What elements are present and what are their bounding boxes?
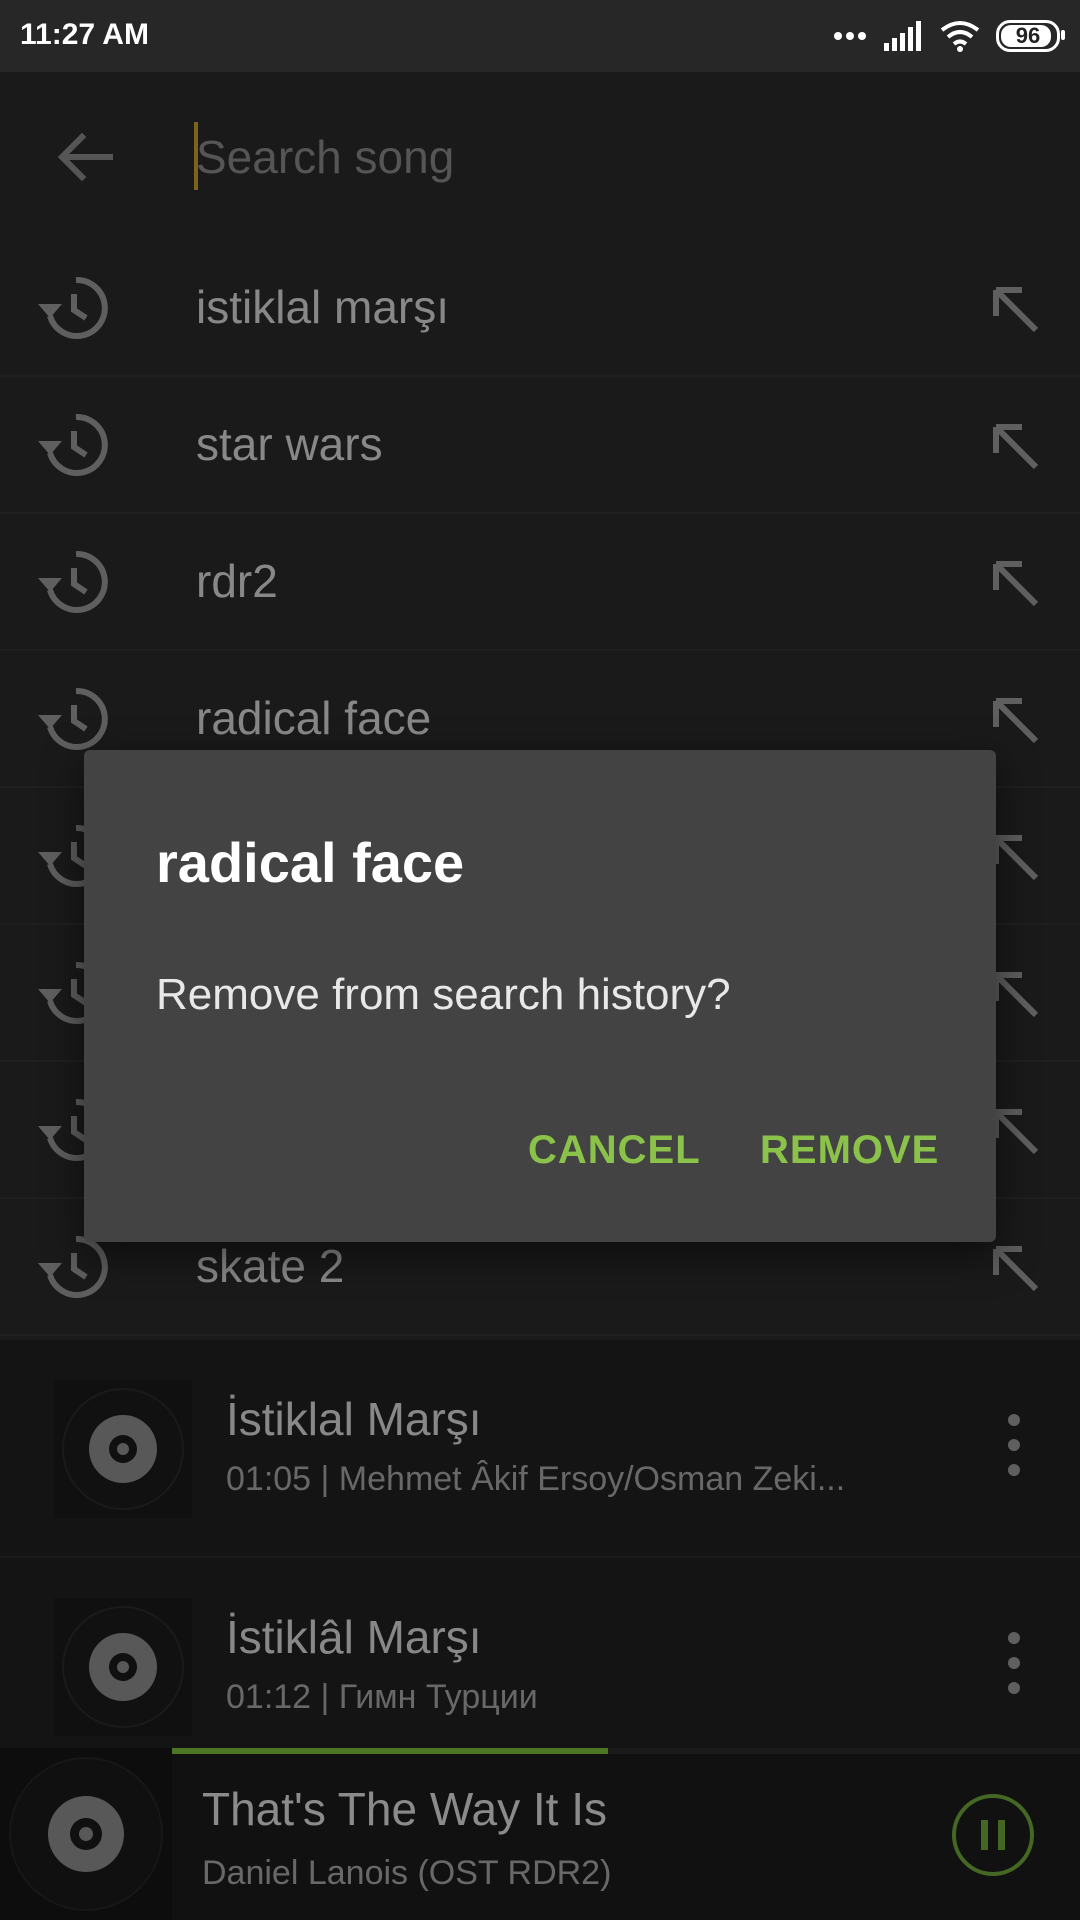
remove-history-dialog: radical face Remove from search history?… — [84, 750, 996, 1242]
status-time: 11:27 AM — [20, 18, 149, 51]
dialog-title: radical face — [156, 831, 465, 894]
more-dots-icon — [834, 32, 866, 40]
wifi-icon — [940, 21, 980, 52]
dialog-message: Remove from search history? — [156, 970, 731, 1019]
battery-icon: 96 — [996, 20, 1065, 52]
cancel-button[interactable]: CANCEL — [524, 1120, 705, 1181]
remove-button[interactable]: REMOVE — [756, 1120, 943, 1181]
status-icons: 96 — [832, 16, 1065, 56]
status-bar: 11:27 AM 96 — [0, 0, 1080, 72]
battery-level: 96 — [1015, 23, 1041, 48]
cell-signal-icon — [884, 21, 921, 51]
